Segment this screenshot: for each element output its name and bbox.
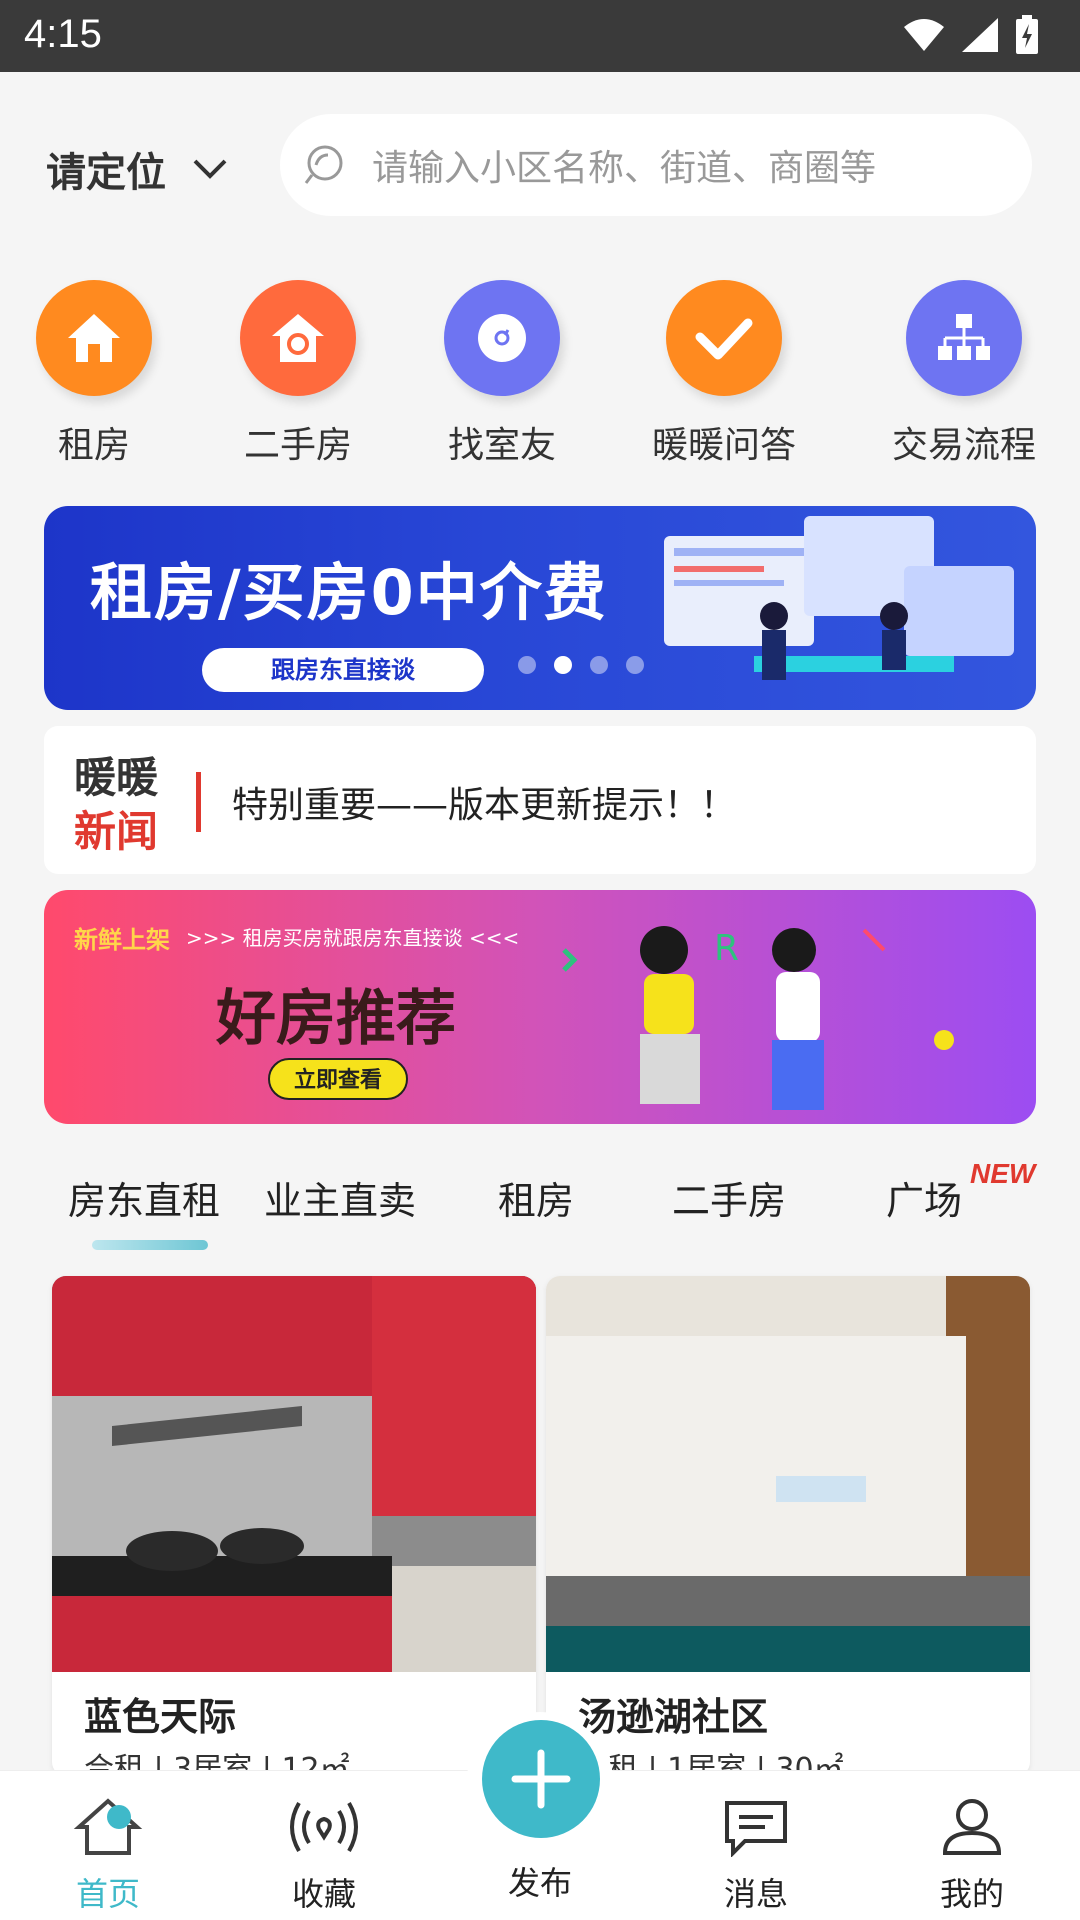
publish-button[interactable] xyxy=(482,1720,600,1838)
refresh-house-icon xyxy=(240,280,356,396)
tab-plaza[interactable]: 广场 xyxy=(886,1170,962,1225)
listing-title: 蓝色天际 xyxy=(84,1695,237,1739)
view-now-button[interactable]: 立即查看 xyxy=(268,1058,408,1100)
banner-title: 租房/买房0中介费 xyxy=(90,556,608,629)
news-brand-line1: 暖暖 xyxy=(74,753,159,802)
category-label: 二手房 xyxy=(243,425,352,466)
listing-photo xyxy=(546,1276,1030,1672)
svg-text:R: R xyxy=(714,928,739,969)
news-divider xyxy=(196,772,201,832)
listing-title: 汤逊湖社区 xyxy=(578,1695,769,1739)
status-time: 4:15 xyxy=(24,12,102,56)
tab-rent[interactable]: 租房 xyxy=(498,1170,574,1225)
banner-button[interactable]: 跟房东直接谈 xyxy=(202,648,484,692)
location-label: 请定位 xyxy=(46,150,166,196)
banner-tag: 新鲜上架 xyxy=(74,926,170,954)
search-input[interactable]: 请输入小区名称、街道、商圈等 xyxy=(280,114,1032,216)
compass-icon xyxy=(444,280,560,396)
category-process[interactable]: 交易流程 xyxy=(874,280,1054,468)
party-illustration: R xyxy=(562,926,954,1110)
new-badge: NEW xyxy=(970,1158,1036,1189)
tab-landlord-rent[interactable]: 房东直租 xyxy=(68,1170,220,1225)
office-illustration xyxy=(664,516,1014,680)
listing-card[interactable]: 蓝色天际 合租 | 3居室 | 12㎡ xyxy=(52,1276,536,1776)
carousel-dot-active[interactable] xyxy=(554,656,572,674)
flowchart-icon xyxy=(906,280,1022,396)
header: 请定位 请输入小区名称、街道、商圈等 xyxy=(0,72,1080,252)
news-brand-line2: 新闻 xyxy=(74,807,159,856)
nav-messages[interactable]: 消息 xyxy=(676,1797,836,1915)
category-rent[interactable]: 租房 xyxy=(4,280,184,468)
nav-label: 消息 xyxy=(723,1875,788,1913)
category-label: 找室友 xyxy=(447,425,556,466)
status-bar: 4:15 xyxy=(0,0,1080,72)
wifi-icon xyxy=(904,19,944,51)
category-label: 租房 xyxy=(57,425,130,466)
user-icon xyxy=(942,1799,1002,1855)
nav-label: 收藏 xyxy=(291,1875,356,1913)
recommend-banner[interactable]: 新鲜上架 >>> 租房买房就跟房东直接谈 <<< 好房推荐 立即查看 R xyxy=(44,890,1036,1124)
battery-icon xyxy=(1016,15,1038,54)
location-selector[interactable]: 请定位 xyxy=(46,140,228,198)
listing-card[interactable]: 汤逊湖社区 整租 | 1居室 | 30㎡ xyxy=(546,1276,1030,1776)
status-icons xyxy=(902,14,1040,56)
message-icon xyxy=(725,1801,787,1858)
signal-icon xyxy=(962,18,998,52)
search-icon xyxy=(304,145,343,184)
nav-label: 首页 xyxy=(75,1875,140,1913)
nav-label-publish: 发布 xyxy=(507,1864,572,1902)
news-headline[interactable]: 特别重要——版本更新提示！！ xyxy=(232,776,736,828)
category-roommate[interactable]: 找室友 xyxy=(412,280,592,468)
nav-favorites[interactable]: 收藏 xyxy=(244,1797,404,1915)
plus-icon xyxy=(511,1749,571,1809)
category-second-hand[interactable]: 二手房 xyxy=(208,280,388,468)
category-row: 租房 二手房 找室友 暖暖问答 交易流程 xyxy=(0,280,1080,466)
tab-active-indicator xyxy=(92,1240,208,1250)
home-icon xyxy=(73,1798,143,1855)
nav-label: 我的 xyxy=(939,1875,1004,1913)
promo-banner-carousel[interactable]: 租房/买房0中介费 跟房东直接谈 xyxy=(44,506,1036,710)
nav-mine[interactable]: 我的 xyxy=(892,1797,1052,1915)
search-placeholder: 请输入小区名称、街道、商圈等 xyxy=(372,148,877,189)
category-label: 暖暖问答 xyxy=(651,425,796,466)
listing-tabs: 房东直租 业主直卖 租房 二手房 广场 NEW xyxy=(0,1150,1080,1250)
listing-photo xyxy=(52,1276,536,1672)
tab-owner-sale[interactable]: 业主直卖 xyxy=(264,1170,416,1225)
banner-title: 好房推荐 xyxy=(216,984,456,1054)
category-qa[interactable]: 暖暖问答 xyxy=(634,280,814,468)
check-icon xyxy=(666,280,782,396)
broadcast-icon xyxy=(290,1801,358,1853)
banner-subtitle: >>> 租房买房就跟房东直接谈 <<< xyxy=(186,926,520,950)
news-ticker[interactable]: 暖暖 新闻 特别重要——版本更新提示！！ xyxy=(44,726,1036,874)
chevron-down-icon xyxy=(193,159,227,179)
carousel-dot[interactable] xyxy=(518,656,536,674)
category-label: 交易流程 xyxy=(891,425,1036,466)
nav-home[interactable]: 首页 xyxy=(28,1797,188,1915)
tab-second-hand[interactable]: 二手房 xyxy=(672,1170,786,1225)
house-icon xyxy=(36,280,152,396)
